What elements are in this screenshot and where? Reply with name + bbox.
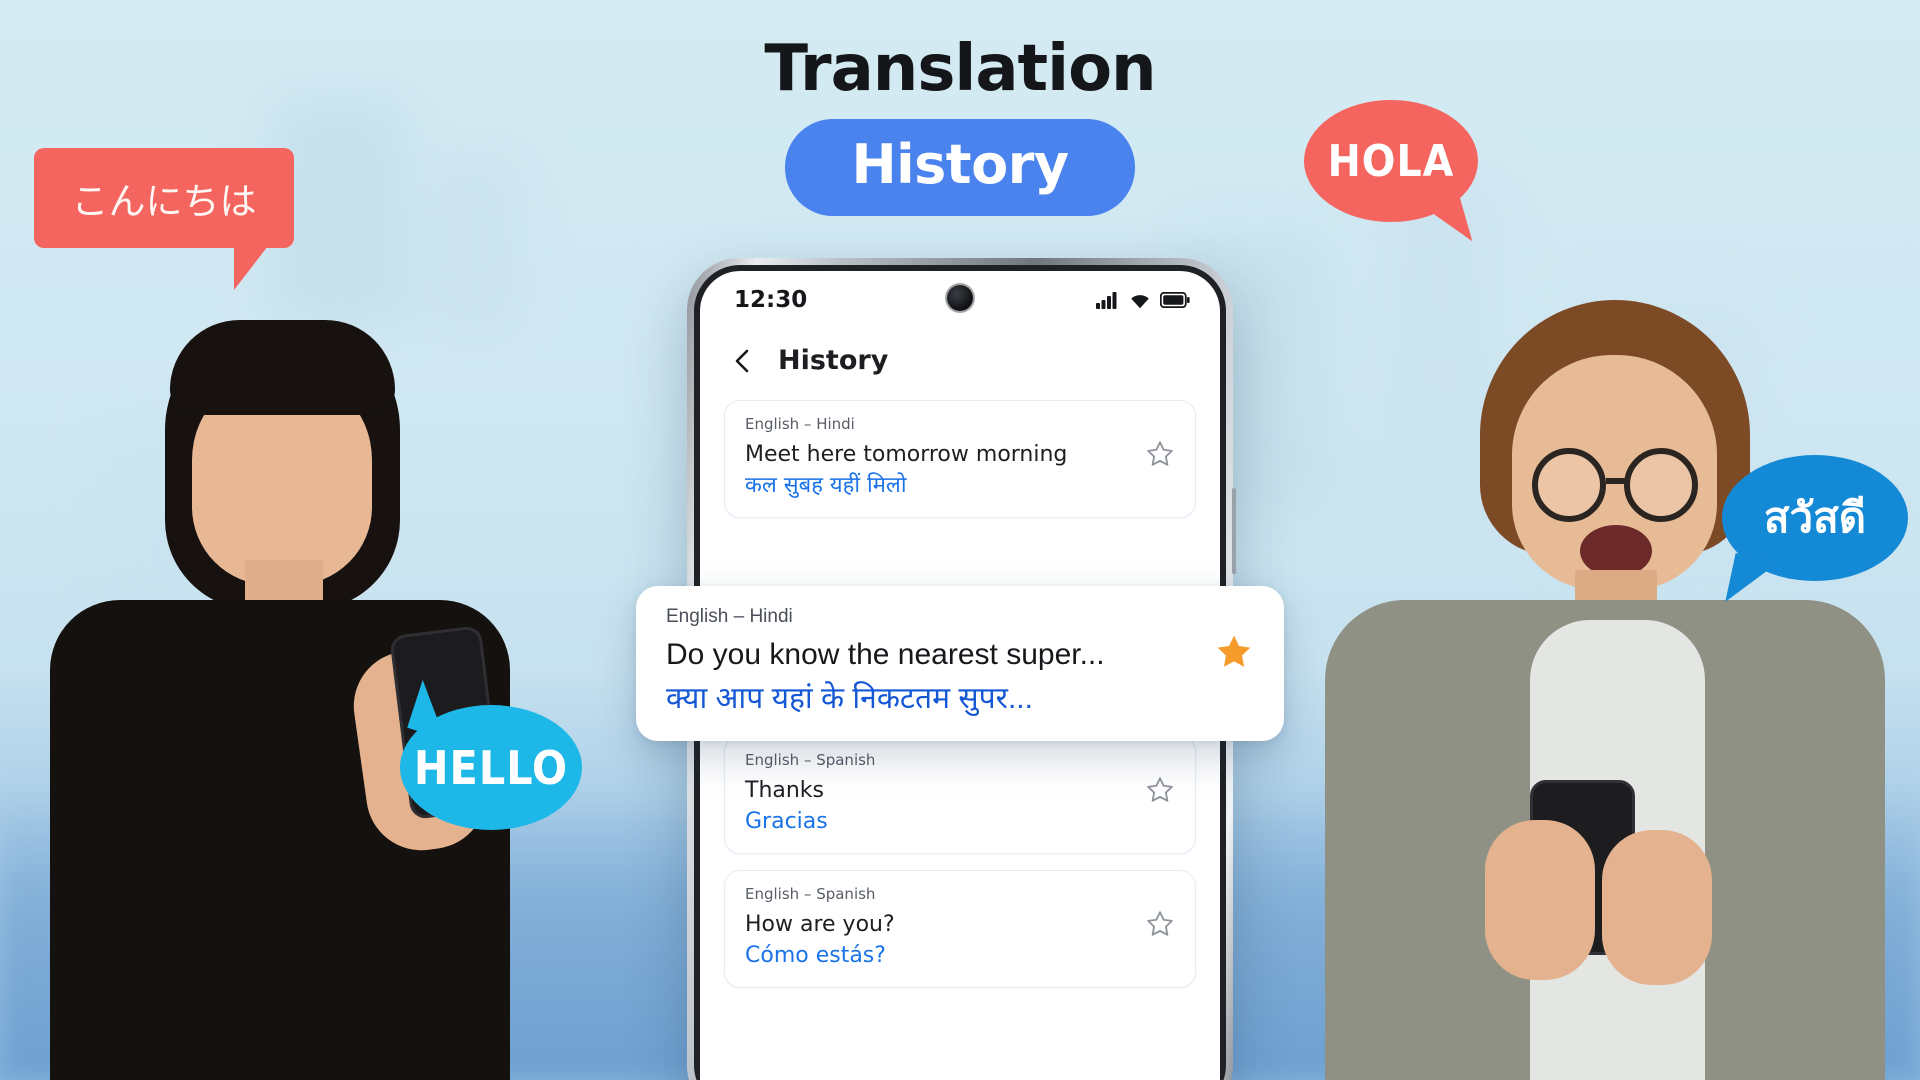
- page-title: Translation: [764, 32, 1156, 106]
- person-right-man: [1280, 180, 1920, 1080]
- speech-bubble-hello-text: HELLO: [413, 740, 569, 795]
- history-item-source-text: How are you?: [745, 911, 895, 937]
- history-item-target-text: क्या आप यहां के निकटतम सुपर...: [666, 682, 1033, 715]
- history-item-target-text: Cómo estás?: [745, 942, 886, 968]
- speech-bubble-japanese-text: こんにちは: [71, 180, 257, 223]
- hand-right: [1602, 830, 1712, 985]
- speech-bubble-hola-text: HOLA: [1327, 135, 1455, 187]
- status-bar: 12:30: [700, 271, 1220, 329]
- star-filled-icon[interactable]: [1214, 632, 1254, 677]
- battery-icon: [1160, 292, 1190, 308]
- glasses-icon: [1624, 448, 1698, 522]
- history-item-source-text: Do you know the nearest super...: [666, 638, 1105, 671]
- status-bar-icons: [1096, 291, 1190, 309]
- history-item-source-text: Meet here tomorrow morning: [745, 442, 1068, 467]
- app-bar: History: [700, 329, 1220, 390]
- history-item[interactable]: English – Hindi Meet here tomorrow morni…: [724, 400, 1196, 518]
- history-item-text: English – Hindi Do you know the nearest …: [666, 606, 1105, 717]
- speech-bubble-thai-text: สวัสดี: [1763, 493, 1867, 542]
- glasses-icon: [1532, 448, 1606, 522]
- star-outline-icon[interactable]: [1145, 775, 1175, 810]
- hand-left: [1485, 820, 1595, 980]
- history-item[interactable]: English – Spanish Thanks Gracias: [724, 735, 1196, 854]
- history-item-language-pair: English – Hindi: [666, 606, 793, 627]
- history-item-language-pair: English – Spanish: [745, 750, 876, 769]
- history-item-text: English – Spanish Thanks Gracias: [745, 751, 875, 837]
- status-bar-clock: 12:30: [734, 287, 808, 313]
- history-item-language-pair: English – Hindi: [745, 415, 855, 433]
- speech-bubble-hello: HELLO: [400, 705, 582, 830]
- signal-icon: [1096, 291, 1120, 309]
- history-item-target-text: Gracias: [745, 809, 828, 834]
- phone-power-button[interactable]: [1232, 488, 1236, 574]
- speech-bubble-thai: สวัสดี: [1722, 455, 1908, 581]
- chevron-left-icon[interactable]: [730, 348, 756, 374]
- history-item-source-text: Thanks: [745, 777, 825, 803]
- speech-bubble-hola: HOLA: [1304, 100, 1478, 222]
- wifi-icon: [1129, 292, 1151, 309]
- hair-front: [170, 320, 395, 415]
- star-outline-icon[interactable]: [1145, 439, 1175, 474]
- history-pill-badge: History: [785, 119, 1135, 217]
- speech-bubble-japanese: こんにちは: [34, 148, 294, 290]
- history-item-text: English – Spanish How are you? Cómo está…: [745, 885, 895, 971]
- person-left-woman: [10, 180, 610, 1080]
- glasses-bridge: [1606, 478, 1628, 484]
- star-outline-icon[interactable]: [1145, 909, 1175, 944]
- history-item-target-text: कल सुबह यहीं मिलो: [745, 473, 907, 499]
- history-item-text: English – Hindi Meet here tomorrow morni…: [745, 415, 1067, 501]
- history-item-featured[interactable]: English – Hindi Do you know the nearest …: [636, 586, 1284, 741]
- app-bar-title: History: [778, 345, 889, 376]
- front-camera-icon: [947, 285, 973, 311]
- history-item[interactable]: English – Spanish How are you? Cómo está…: [724, 869, 1196, 988]
- history-item-language-pair: English – Spanish: [745, 884, 876, 903]
